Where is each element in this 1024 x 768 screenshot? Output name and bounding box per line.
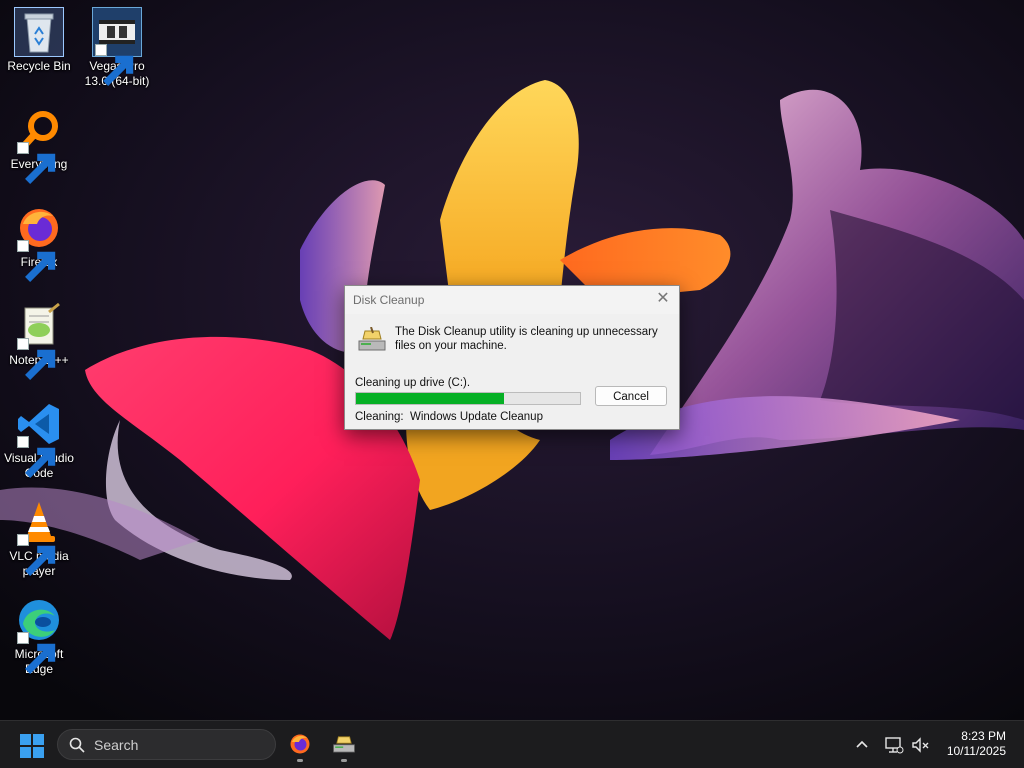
desktop-icon-vegas-pro[interactable]: Vegas Pro 13.0 (64-bit) (80, 7, 154, 89)
disk-cleanup-icon (357, 326, 387, 353)
cleaning-item: Windows Update Cleanup (410, 411, 543, 423)
chevron-up-icon (856, 740, 868, 748)
vegas-pro-icon (92, 7, 142, 86)
desktop[interactable]: Recycle Bin Vegas Pro 13.0 (64-bit) Ever… (0, 0, 1024, 720)
dialog-title: Disk Cleanup (353, 293, 425, 307)
taskbar-search-box[interactable]: Search (57, 729, 276, 760)
volume-button[interactable] (910, 735, 930, 755)
shortcut-arrow-icon (17, 436, 56, 478)
start-button[interactable] (20, 734, 44, 758)
shortcut-arrow-icon (17, 142, 56, 184)
taskbar: Search 8:23 PM 10/11/2025 (0, 720, 1024, 768)
network-icon (885, 737, 904, 754)
desktop-icon-edge[interactable]: Microsoft Edge (2, 596, 76, 677)
notepad-plus-plus-icon (15, 302, 63, 380)
vscode-icon (15, 400, 63, 478)
disk-cleanup-icon (333, 736, 355, 753)
cleanup-progress-bar (355, 392, 581, 405)
cancel-button[interactable]: Cancel (595, 386, 667, 406)
firefox-icon (15, 204, 63, 282)
running-indicator (341, 759, 347, 762)
dialog-message: The Disk Cleanup utility is cleaning up … (395, 326, 658, 352)
speaker-muted-icon (912, 737, 929, 753)
desktop-icon-vscode[interactable]: Visual Studio Code (2, 400, 76, 481)
taskbar-app-disk-cleanup[interactable] (329, 729, 359, 762)
search-icon (69, 737, 85, 753)
shortcut-arrow-icon (17, 632, 56, 674)
network-status-button[interactable] (884, 735, 904, 755)
close-icon: ✕ (656, 290, 670, 307)
shortcut-arrow-icon (95, 44, 134, 86)
desktop-icon-vlc[interactable]: VLC media player (2, 498, 76, 579)
windows-logo-icon (20, 734, 44, 758)
search-placeholder: Search (94, 737, 139, 753)
taskbar-app-firefox[interactable] (285, 729, 315, 762)
cleaning-label: Cleaning: (355, 411, 404, 423)
clock-date: 10/11/2025 (946, 744, 1006, 758)
drive-status: Cleaning up drive (C:). (355, 377, 471, 389)
disk-cleanup-dialog: Disk Cleanup ✕ The Disk Cleanup utility … (344, 285, 680, 430)
running-indicator (297, 759, 303, 762)
desktop-icon-recycle-bin[interactable]: Recycle Bin (2, 7, 76, 74)
recycle-bin-icon (14, 7, 64, 57)
dialog-body: The Disk Cleanup utility is cleaning up … (345, 314, 679, 429)
desktop-icon-firefox[interactable]: Firefox (2, 204, 76, 282)
desktop-icon-everything[interactable]: Everything (2, 106, 76, 184)
everything-search-icon (15, 106, 63, 184)
shortcut-arrow-icon (17, 338, 56, 380)
desktop-icon-label: Recycle Bin (7, 59, 71, 73)
clock-time: 8:23 PM (961, 729, 1006, 743)
show-hidden-icons-button[interactable] (852, 735, 872, 755)
shortcut-arrow-icon (17, 534, 56, 576)
progress-fill (356, 393, 504, 404)
edge-icon (15, 596, 63, 674)
shortcut-arrow-icon (17, 240, 56, 282)
vlc-icon (15, 498, 63, 576)
close-button[interactable]: ✕ (651, 288, 675, 310)
system-clock[interactable]: 8:23 PM 10/11/2025 (947, 729, 1006, 759)
firefox-icon (290, 734, 310, 754)
desktop-icon-notepad-plus-plus[interactable]: Notepad++ (2, 302, 76, 380)
